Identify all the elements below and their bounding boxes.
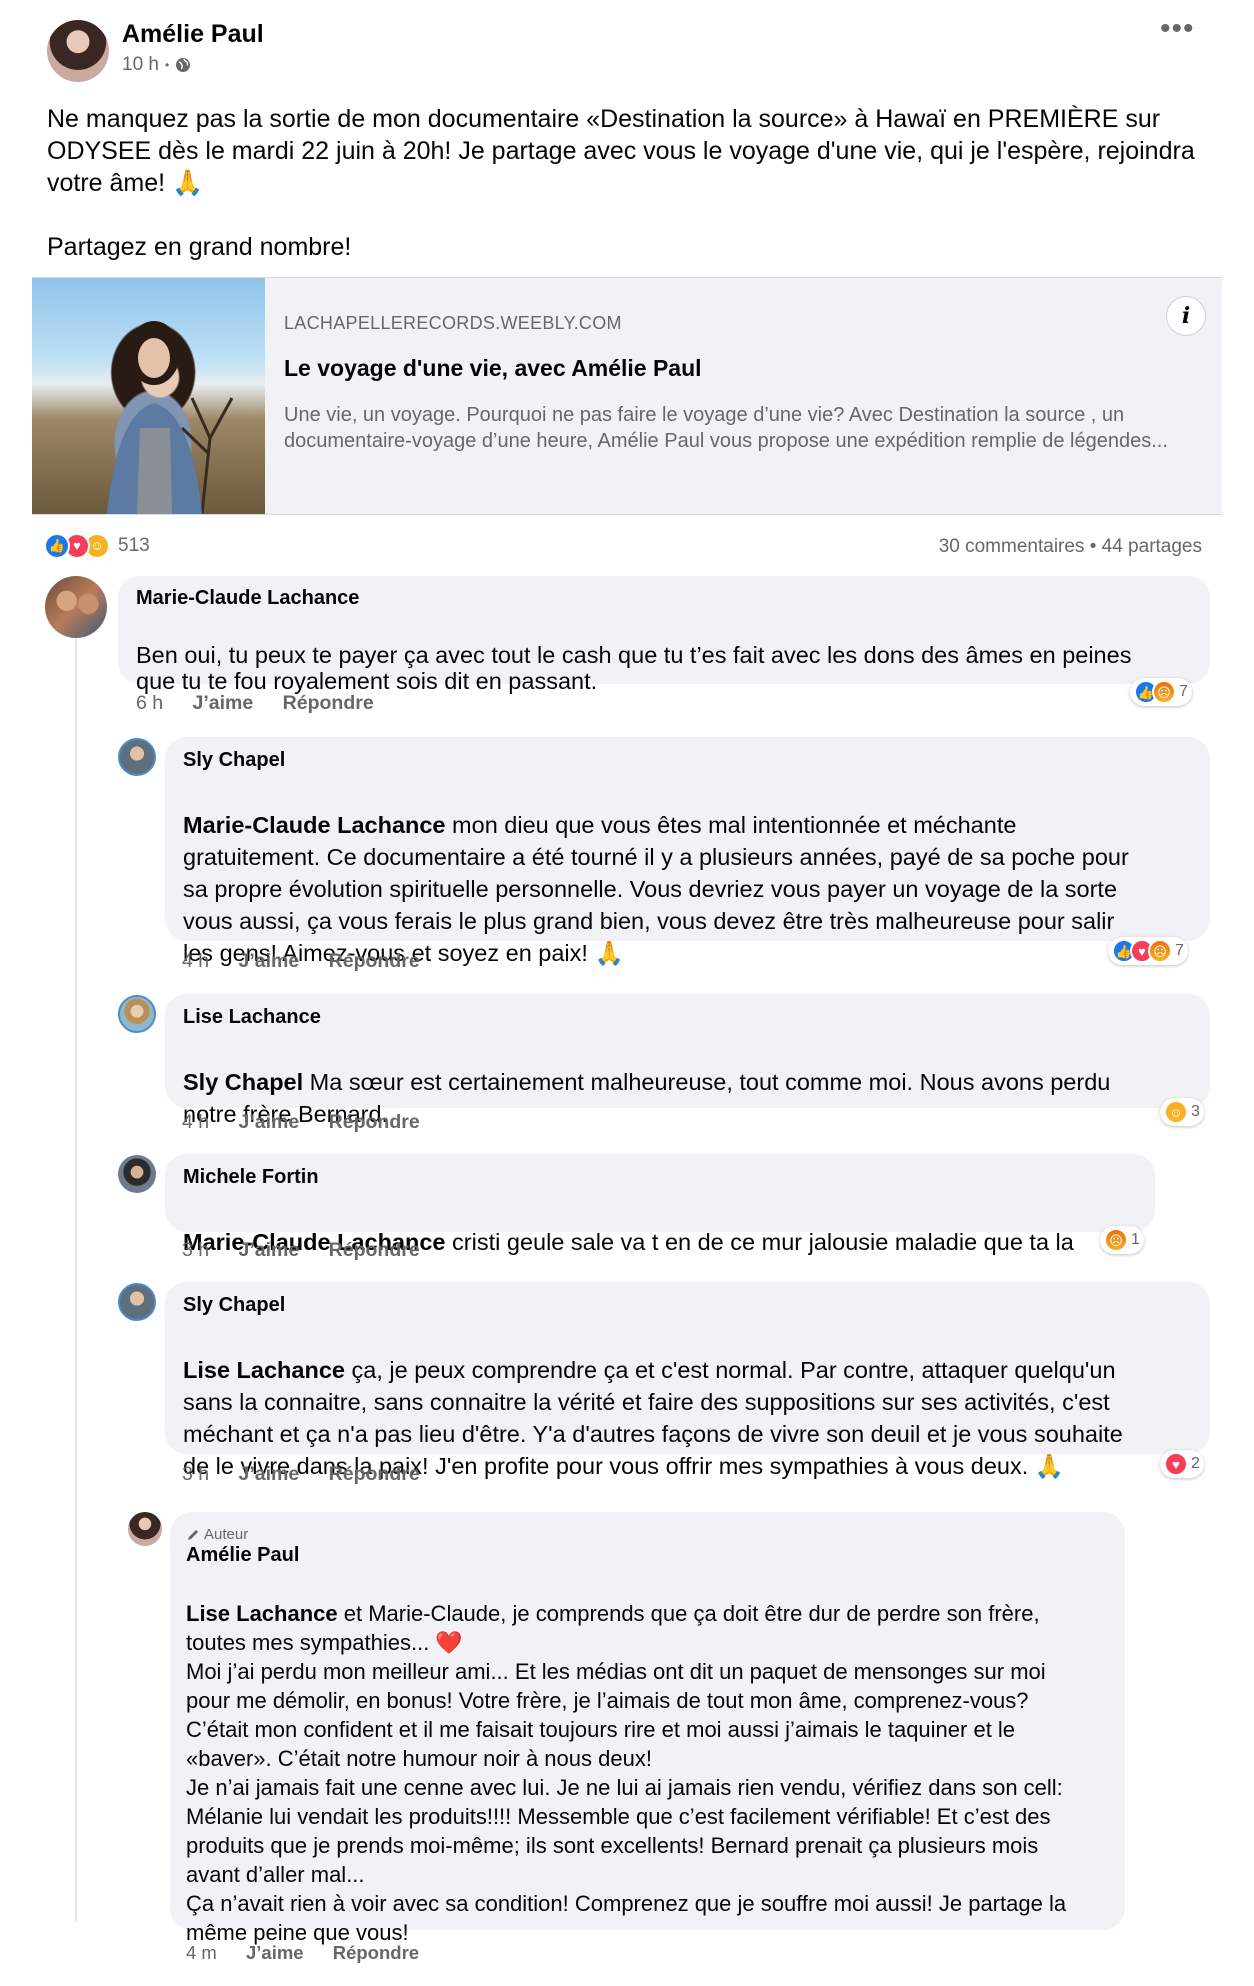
comment-bubble: Sly Chapel Marie-Claude Lachance mon die… — [165, 737, 1210, 966]
post-text-line: Partagez en grand nombre! — [47, 233, 352, 261]
more-options-button[interactable]: ••• — [1160, 12, 1195, 46]
comment-mention[interactable]: Sly Chapel — [183, 1069, 303, 1095]
like-button[interactable]: J’aime — [246, 1942, 304, 1963]
comment-actions: 3 h J’aime Répondre — [182, 1239, 444, 1262]
globe-icon — [175, 57, 191, 73]
angry-reaction-icon: ☹ — [1104, 1228, 1128, 1252]
comment-actions: 6 h J’aime Répondre — [136, 692, 398, 715]
post-author-name[interactable]: Amélie Paul — [122, 20, 264, 49]
link-domain: LACHAPELLERECORDS.WEEBLY.COM — [284, 313, 622, 333]
comment-reactions[interactable]: 👍 ♥ ☹ 7 — [1108, 937, 1188, 965]
reply-button[interactable]: Répondre — [329, 1111, 420, 1133]
comment-author[interactable]: Amélie Paul — [186, 1544, 299, 1567]
comment-time[interactable]: 3 h — [182, 1239, 209, 1261]
comment-reactions[interactable]: 👍 ☹ 7 — [1130, 678, 1192, 706]
link-description: Une vie, un voyage. Pourquoi ne pas fair… — [284, 404, 1168, 452]
commenter-avatar[interactable] — [118, 1155, 156, 1193]
pencil-icon — [186, 1528, 200, 1542]
like-reaction-icon: 👍 — [44, 533, 70, 559]
like-button[interactable]: J’aime — [193, 692, 254, 714]
comment-author[interactable]: Marie-Claude Lachance — [136, 587, 359, 610]
comment-text: Lise Lachance et Marie-Claude, je compre… — [186, 1570, 1121, 1947]
post-text: Ne manquez pas la sortie de mon document… — [47, 103, 1227, 263]
reaction-count: 513 — [118, 535, 150, 556]
comment-reactions[interactable]: ☹ 1 — [1100, 1226, 1144, 1254]
commenter-avatar[interactable] — [118, 1283, 156, 1321]
reaction-count: 7 — [1179, 683, 1188, 700]
comment-author[interactable]: Sly Chapel — [183, 749, 285, 772]
author-badge: Auteur — [186, 1526, 248, 1543]
comment-actions: 4 h J’aime Répondre — [182, 950, 444, 973]
reaction-count: 7 — [1175, 942, 1184, 959]
comment-body: Ben oui, tu peux te payer ça avec tout l… — [136, 642, 1132, 694]
comment-time[interactable]: 3 h — [182, 1463, 209, 1485]
comments-shares-count[interactable]: 30 commentaires • 44 partages — [912, 536, 1202, 558]
commenter-avatar[interactable] — [118, 995, 156, 1033]
comment-text: Marie-Claude Lachance mon dieu que vous … — [183, 777, 1205, 969]
thread-line — [75, 632, 77, 1922]
angry-reaction-icon: ☹ — [1148, 939, 1172, 963]
care-reaction-icon: ☺ — [1164, 1100, 1188, 1124]
comment-actions: 4 h J’aime Répondre — [182, 1111, 444, 1134]
commenter-avatar[interactable] — [128, 1512, 162, 1546]
like-button[interactable]: J’aime — [239, 1239, 300, 1261]
reply-button[interactable]: Répondre — [329, 1239, 420, 1261]
link-preview-card[interactable]: LACHAPELLERECORDS.WEEBLY.COM Le voyage d… — [32, 277, 1222, 515]
angry-reaction-icon: ☹ — [1152, 680, 1176, 704]
comment-mention[interactable]: Lise Lachance — [183, 1357, 345, 1383]
post-text-line: ODYSEE dès le mardi 22 juin à 20h! Je pa… — [47, 137, 1195, 165]
comment-time[interactable]: 4 m — [186, 1942, 217, 1963]
comment-author[interactable]: Sly Chapel — [183, 1294, 285, 1317]
reactions-summary[interactable]: 👍 ♥ ☺ 513 — [44, 533, 150, 559]
meta-separator: • — [164, 58, 170, 72]
comment-actions: 3 h J’aime Répondre — [182, 1463, 444, 1486]
comment-time[interactable]: 4 h — [182, 950, 209, 972]
comment-reactions[interactable]: ♥ 2 — [1160, 1450, 1204, 1478]
comment-text: Ben oui, tu peux te payer ça avec tout l… — [136, 616, 1206, 694]
comment-mention[interactable]: Lise Lachance — [186, 1601, 338, 1626]
comment-reactions[interactable]: ☺ 3 — [1160, 1098, 1204, 1126]
post-text-line: votre âme! 🙏 — [47, 169, 204, 197]
comment-bubble: Marie-Claude Lachance Ben oui, tu peux t… — [118, 576, 1210, 694]
comment-bubble: Auteur Amélie Paul Lise Lachance et Mari… — [170, 1512, 1125, 1945]
reaction-count: 1 — [1131, 1231, 1140, 1248]
post-text-line: Ne manquez pas la sortie de mon document… — [47, 105, 1161, 133]
reply-button[interactable]: Répondre — [333, 1942, 419, 1963]
comment-author[interactable]: Michele Fortin — [183, 1166, 319, 1189]
comment-body: et Marie-Claude, je comprends que ça doi… — [186, 1601, 1067, 1945]
comment-time[interactable]: 6 h — [136, 692, 163, 714]
reaction-count: 2 — [1191, 1455, 1200, 1472]
comment-time[interactable]: 4 h — [182, 1111, 209, 1133]
like-button[interactable]: J’aime — [239, 1463, 300, 1485]
comment-mention[interactable]: Marie-Claude Lachance — [183, 812, 446, 838]
link-title[interactable]: Le voyage d'une vie, avec Amélie Paul — [284, 355, 702, 382]
post-meta: 10 h • — [122, 54, 191, 76]
post-time[interactable]: 10 h — [122, 54, 159, 76]
post-text-line — [47, 199, 1227, 231]
info-icon[interactable]: i — [1166, 296, 1206, 336]
author-badge-label: Auteur — [204, 1526, 249, 1543]
comment-bubble: Sly Chapel Lise Lachance ça, je peux com… — [165, 1282, 1210, 1479]
love-reaction-icon: ♥ — [1164, 1452, 1188, 1476]
comment-actions: 4 m J’aime Répondre — [186, 1942, 443, 1964]
comment-bubble: Lise Lachance Sly Chapel Ma sœur est cer… — [165, 994, 1210, 1127]
comment-bubble: Michele Fortin Marie-Claude Lachance cri… — [165, 1154, 1155, 1255]
reply-button[interactable]: Répondre — [283, 692, 374, 714]
link-thumbnail — [32, 278, 265, 514]
commenter-avatar[interactable] — [45, 576, 107, 638]
commenter-avatar[interactable] — [118, 738, 156, 776]
comment-text: Lise Lachance ça, je peux comprendre ça … — [183, 1322, 1205, 1482]
author-avatar[interactable] — [47, 20, 109, 82]
reply-button[interactable]: Répondre — [329, 1463, 420, 1485]
comment-body: cristi geule sale va t en de ce mur jalo… — [445, 1229, 1074, 1255]
reply-button[interactable]: Répondre — [329, 950, 420, 972]
like-button[interactable]: J’aime — [239, 1111, 300, 1133]
comment-author[interactable]: Lise Lachance — [183, 1006, 321, 1029]
reaction-count: 3 — [1191, 1103, 1200, 1120]
like-button[interactable]: J’aime — [239, 950, 300, 972]
